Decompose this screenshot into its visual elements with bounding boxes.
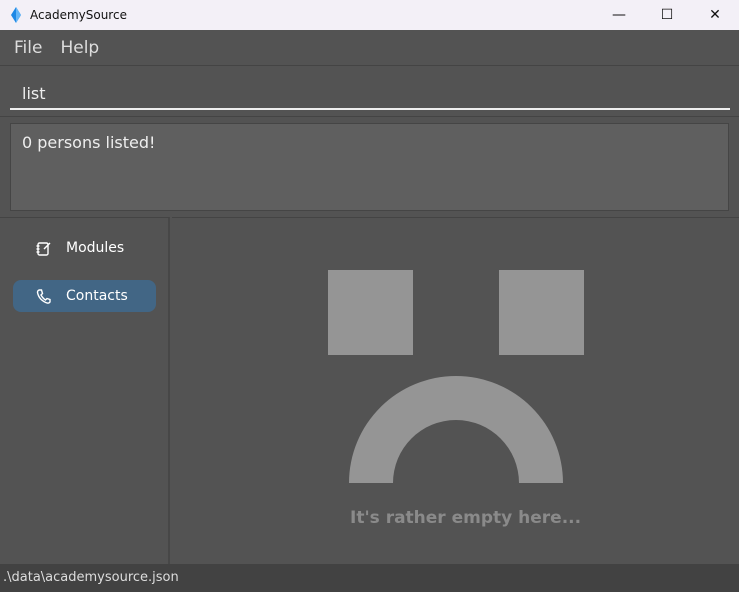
minimize-button[interactable]: — <box>595 0 643 30</box>
command-box: list <box>0 67 739 117</box>
title-bar: AcademySource — ☐ ✕ <box>0 0 739 30</box>
menu-file[interactable]: File <box>14 38 42 58</box>
result-display: 0 persons listed! <box>10 123 729 211</box>
sidebar-item-label: Contacts <box>66 288 128 304</box>
status-bar-path: .\data\academysource.json <box>0 564 739 592</box>
sidebar-item-modules[interactable]: Modules <box>13 232 156 264</box>
maximize-button[interactable]: ☐ <box>643 0 691 30</box>
notebook-edit-icon <box>36 241 52 256</box>
sidebar-item-contacts[interactable]: Contacts <box>13 280 156 312</box>
menu-bar: File Help <box>0 30 739 66</box>
sidebar-item-label: Modules <box>66 240 124 256</box>
close-button[interactable]: ✕ <box>691 0 739 30</box>
app-logo-icon <box>8 7 24 23</box>
empty-state-text: It's rather empty here... <box>350 508 581 528</box>
window-title: AcademySource <box>30 8 127 22</box>
phone-icon <box>36 289 52 304</box>
sidebar: Modules Contacts <box>0 217 170 564</box>
menu-help[interactable]: Help <box>60 38 99 58</box>
command-input[interactable]: list <box>10 75 730 110</box>
